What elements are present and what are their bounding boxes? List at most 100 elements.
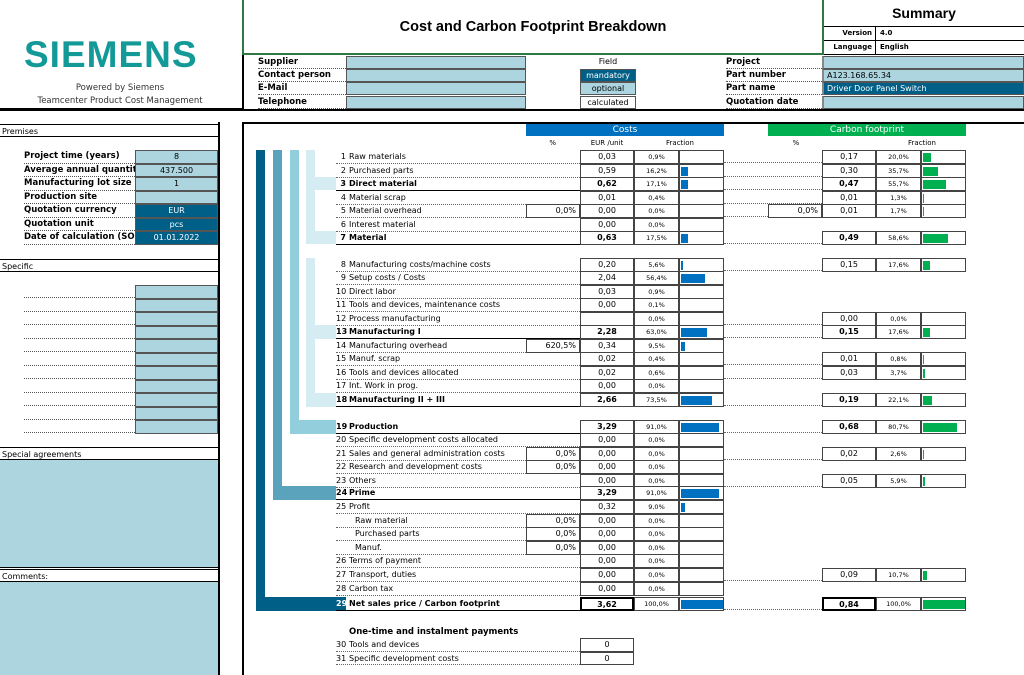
carbon-fraction-bar: [923, 206, 924, 216]
row-carbon-value: 0,47: [822, 177, 876, 191]
row-pct-input: 620,5%: [526, 339, 580, 353]
premises-value-input[interactable]: 437.500: [135, 163, 218, 177]
row-cost-bar-cell: [679, 258, 724, 272]
premises-value-input[interactable]: 1: [135, 177, 218, 191]
row-cost-value: 0,00: [580, 527, 634, 541]
row-label: 14 Manufacturing overhead: [336, 339, 526, 353]
specific-value-input[interactable]: [135, 420, 218, 434]
hierarchy-bracket-prime: [273, 150, 282, 500]
costs-header: Costs: [526, 124, 724, 136]
specific-label-line: [24, 405, 135, 406]
row-cost-value[interactable]: 0,00: [580, 568, 634, 582]
specific-value-input[interactable]: [135, 339, 218, 353]
specific-value-input[interactable]: [135, 325, 218, 339]
row-dotted-line: [724, 405, 822, 406]
row-pct-input[interactable]: 0,0%: [526, 447, 580, 461]
part-name-input[interactable]: Driver Door Panel Switch: [822, 82, 1024, 95]
premises-value-input[interactable]: EUR: [135, 204, 218, 218]
row-cost-bar-cell: [679, 527, 724, 541]
row-number: 28: [336, 584, 347, 593]
row-carbon-bar-cell: [921, 191, 966, 205]
carbon-footprint-header: Carbon footprint: [768, 124, 966, 136]
summary-title: Summary: [824, 0, 1024, 27]
row-label: Raw material: [336, 514, 526, 528]
hierarchy-connector: [256, 597, 336, 611]
specific-value-input[interactable]: [135, 285, 218, 299]
hierarchy-connector: [273, 486, 336, 500]
row-label: 12 Process manufacturing: [336, 312, 580, 326]
row-cost-value[interactable]: 0,00: [580, 554, 634, 568]
comments-textarea[interactable]: [0, 582, 218, 675]
carbon-fraction-bar: [923, 233, 948, 243]
carbon-fraction-bar: [923, 449, 925, 459]
contact-person-label: Contact person: [258, 69, 346, 82]
cost-fraction-bar: [681, 502, 685, 512]
row-label-text: Interest material: [349, 220, 416, 229]
hierarchy-connector: [306, 393, 336, 407]
row-cost-bar-cell: [679, 379, 724, 393]
specific-value-input[interactable]: [135, 312, 218, 326]
onetime-row-label: 31 Specific development costs: [336, 652, 580, 665]
specific-value-input[interactable]: [135, 406, 218, 420]
row-label-text: Tools and devices, maintenance costs: [349, 300, 501, 309]
row-carbon-fraction: 100,0%: [876, 597, 921, 611]
telephone-input[interactable]: [346, 96, 526, 109]
premises-value-input[interactable]: 8: [135, 150, 218, 164]
cost-fraction-bar: [681, 273, 705, 283]
email-input[interactable]: [346, 82, 526, 95]
project-input[interactable]: [822, 56, 1024, 69]
row-cost-value: 0,20: [580, 258, 634, 272]
specific-value-input[interactable]: [135, 393, 218, 407]
supplier-input[interactable]: [346, 56, 526, 69]
premises-value-input[interactable]: [135, 190, 218, 204]
specific-value-input[interactable]: [135, 366, 218, 380]
row-cost-bar-cell: [679, 218, 724, 232]
row-label-text: Carbon tax: [349, 584, 394, 593]
special-agreements-textarea[interactable]: [0, 460, 218, 568]
premises-value-input[interactable]: 01.01.2022: [135, 231, 218, 245]
row-carbon-fraction: 55,7%: [876, 177, 921, 191]
quotation-date-input[interactable]: [822, 96, 1024, 109]
row-carbon-value: 0,30: [822, 164, 876, 178]
row-carbon-value: 0,00: [822, 312, 876, 326]
row-cost-value[interactable]: 0,00: [580, 379, 634, 393]
row-label: Purchased parts: [336, 527, 526, 541]
cost-fraction-bar: [681, 341, 685, 351]
row-cost-value: 0,02: [580, 352, 634, 366]
row-pct-input[interactable]: 0,0%: [526, 460, 580, 474]
row-dotted-line: [724, 324, 822, 325]
row-carbon-fraction: 17,6%: [876, 325, 921, 339]
row-number: 31: [336, 653, 347, 663]
onetime-value[interactable]: 0: [580, 651, 634, 665]
part-number-input[interactable]: A123.168.65.34: [822, 69, 1024, 82]
row-pct-input[interactable]: 0,0%: [526, 514, 580, 528]
row-cost-value: 0,63: [580, 231, 634, 245]
row-label: 9 Setup costs / Costs: [336, 271, 580, 285]
row-cost-value[interactable]: 0,00: [580, 582, 634, 596]
costs-fraction-header: Fraction: [666, 139, 694, 147]
row-cost-bar-cell: [679, 420, 724, 434]
row-carbon-value: 0,84: [822, 597, 876, 611]
cost-fraction-bar: [681, 179, 689, 189]
premises-value-input[interactable]: pcs: [135, 217, 218, 231]
specific-value-input[interactable]: [135, 352, 218, 366]
row-number: 2: [340, 166, 346, 175]
row-label: 13 Manufacturing I: [336, 325, 580, 339]
row-pct-input[interactable]: 0,0%: [526, 541, 580, 555]
row-carbon-pct-input[interactable]: 0,0%: [768, 204, 822, 218]
row-number: 19: [336, 422, 348, 431]
row-cost-fraction: 0,0%: [634, 433, 679, 447]
contact-person-input[interactable]: [346, 69, 526, 82]
specific-value-input[interactable]: [135, 379, 218, 393]
row-number: 17: [336, 381, 347, 390]
row-pct-input[interactable]: 0,0%: [526, 527, 580, 541]
row-carbon-bar-cell: [921, 597, 966, 611]
row-label-text: Transport, duties: [349, 570, 417, 579]
specific-value-input[interactable]: [135, 298, 218, 312]
row-cost-fraction: 0,0%: [634, 460, 679, 474]
hierarchy-bracket-production: [290, 150, 299, 434]
carbon-fraction-bar: [923, 354, 924, 364]
row-cost-bar-cell: [679, 352, 724, 366]
row-cost-value[interactable]: 0,00: [580, 218, 634, 232]
row-label-text: Direct labor: [349, 287, 396, 296]
